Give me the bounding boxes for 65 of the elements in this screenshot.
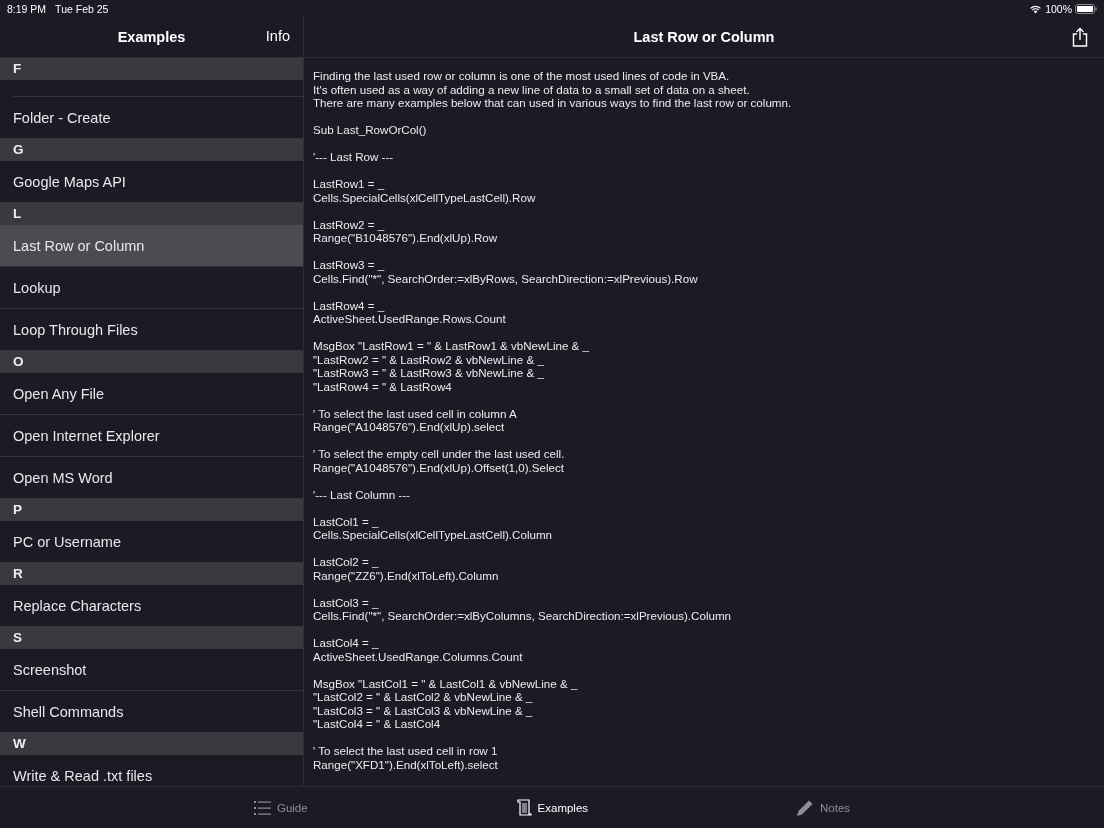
code-line: ActiveSheet.UsedRange.Rows.Count	[313, 312, 507, 326]
code-line: It's often used as a way of adding a new line of data to a small set of data on a sheet.	[313, 82, 751, 96]
list-icon	[253, 799, 271, 816]
battery-icon	[1075, 3, 1097, 14]
status-time: 8:19 PM	[7, 2, 47, 15]
code-line: ' To select the empty cell under the last used cell.	[313, 447, 566, 461]
code-line: LastRow1 = _	[313, 177, 386, 191]
section-header: O	[0, 351, 303, 373]
code-line: "LastRow4 = " & LastRow4	[313, 379, 453, 393]
code-line: LastRow2 = _	[313, 217, 386, 231]
code-line: "LastCol2 = " & LastCol2 & vbNewLine & _	[313, 690, 534, 704]
tab-button[interactable]: Guide	[251, 797, 310, 818]
code-line: ActiveSheet.UsedRange.Columns.Count	[313, 649, 524, 663]
section-header: R	[0, 563, 303, 585]
code-line: Range("A1048576").End(xlUp).Offset(1,0).Select	[313, 460, 565, 474]
sidebar-item[interactable]: Lookup	[0, 267, 303, 309]
section-header: F	[0, 58, 303, 80]
code-line: LastCol3 = _	[313, 595, 380, 609]
code-line: LastCol2 = _	[313, 555, 380, 569]
code-line: LastRow4 = _	[313, 298, 386, 312]
code-line: LastCol4 = _	[313, 636, 380, 650]
info-button[interactable]: Info	[265, 28, 290, 44]
code-line: "LastCol3 = " & LastCol3 & vbNewLine & _	[313, 703, 534, 717]
sidebar-item[interactable]: Screenshot	[0, 649, 303, 691]
code-line: Cells.Find("*", SearchOrder:=xlByRows, SearchDirection:=xlPrevious).Row	[313, 271, 699, 285]
section-header: P	[0, 499, 303, 521]
sidebar-item[interactable]: Write & Read .txt files	[0, 755, 303, 786]
tab-button[interactable]: Notes	[794, 796, 853, 819]
code-line: "LastRow3 = " & LastRow3 & vbNewLine & _	[313, 366, 545, 380]
section-header: G	[0, 139, 303, 161]
sidebar-item[interactable]: Open Any File	[0, 373, 303, 415]
code-line: LastCol1 = _	[313, 514, 380, 528]
code-line: "LastCol4 = " & LastCol4	[313, 717, 442, 731]
share-icon[interactable]	[1072, 27, 1088, 47]
sidebar-item[interactable]: Open Internet Explorer	[0, 415, 303, 457]
code-line: Sub Last_RowOrCol()	[313, 123, 428, 137]
code-line: Range("XFD1").End(xlToLeft).select	[313, 757, 499, 771]
code-line: Cells.SpecialCells(xlCellTypeLastCell).Row	[313, 190, 537, 204]
wifi-icon	[1029, 3, 1043, 14]
battery-percent: 100%	[1045, 2, 1072, 15]
code-line: Cells.Find("*", SearchOrder:=xlByColumns, SearchDirection:=xlPrevious).Column	[313, 609, 733, 623]
code-line: Range("B1048576").End(xlUp).Row	[313, 231, 499, 245]
section-header: W	[0, 733, 303, 755]
section-header: S	[0, 627, 303, 649]
code-line: There are many examples below that can used in various ways to find the last row or column.	[313, 96, 793, 110]
code-line: MsgBox "LastRow1 = " & LastRow1 & vbNewLine & _	[313, 339, 590, 353]
code-line: ' To select the last used cell in column A	[313, 406, 518, 420]
code-line: Finding the last used row or column is one of the most used lines of code in VBA.	[313, 69, 731, 83]
pencil-icon	[796, 798, 814, 817]
code-line: "LastRow2 = " & LastRow2 & vbNewLine & _	[313, 352, 545, 366]
detail-title: Last Row or Column	[633, 29, 775, 45]
code-line: LastRow3 = _	[313, 258, 386, 272]
scroll-icon	[515, 799, 532, 816]
section-header: L	[0, 203, 303, 225]
code-line: Range("A1048576").End(xlUp).select	[313, 420, 506, 434]
code-line: Cells.SpecialCells(xlCellTypeLastCell).Column	[313, 528, 554, 542]
sidebar-title: Examples	[117, 29, 186, 45]
code-line: MsgBox "LastCol1 = " & LastCol1 & vbNewLine & _	[313, 676, 579, 690]
code-line: ' To select the last used cell in row 1	[313, 744, 499, 758]
code-line: Range("ZZ6").End(xlToLeft).Column	[313, 568, 500, 582]
code-line: '--- Last Row ---	[313, 150, 395, 164]
sidebar-item[interactable]: Last Row or Column	[0, 225, 303, 267]
status-date: Tue Feb 25	[55, 2, 109, 15]
code-line: '--- Last Column ---	[313, 487, 411, 501]
tab-button[interactable]: Examples	[513, 797, 591, 818]
